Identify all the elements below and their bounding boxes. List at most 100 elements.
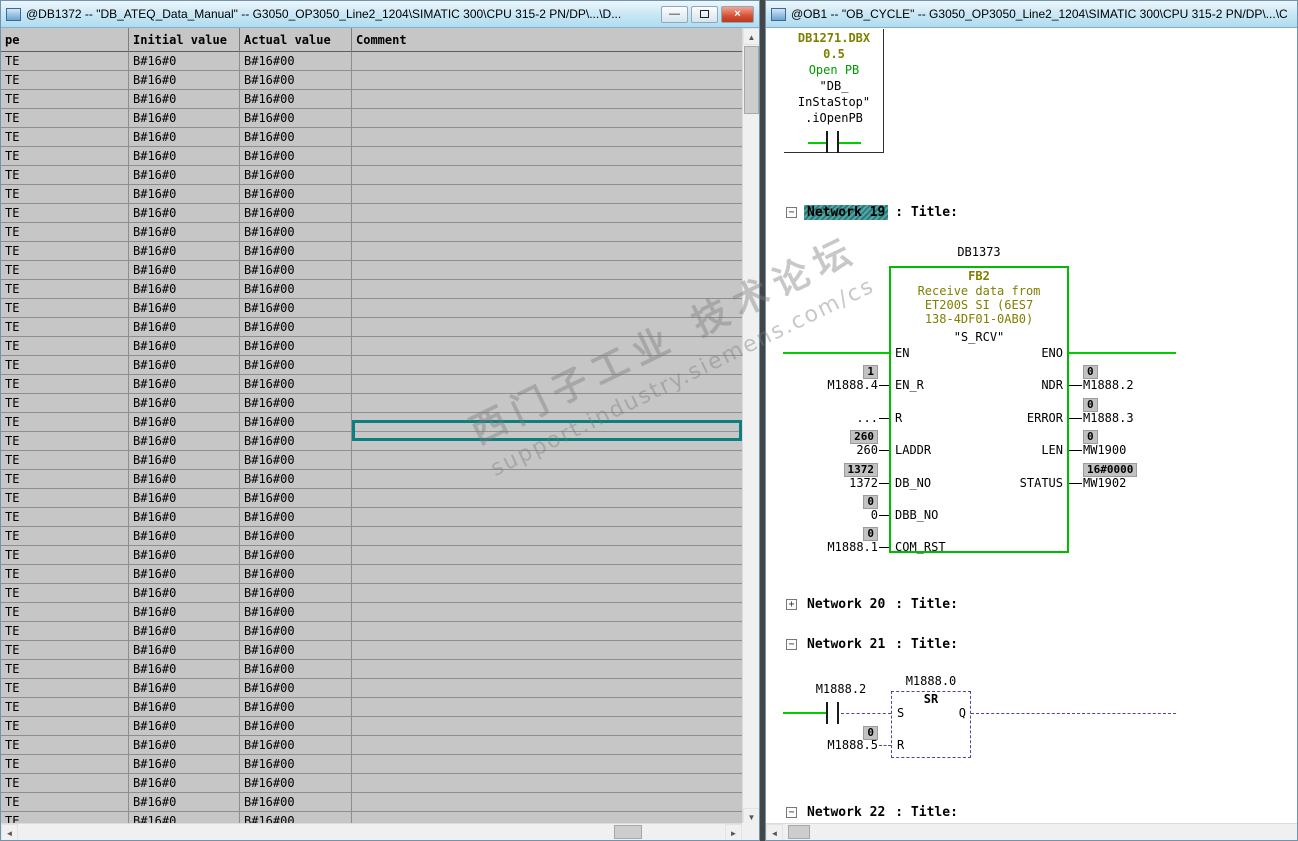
- fb-input-operand[interactable]: ...: [774, 412, 878, 425]
- db-window-titlebar[interactable]: @DB1372 -- "DB_ATEQ_Data_Manual" -- G305…: [1, 1, 759, 28]
- cell-actual-value[interactable]: B#16#00: [240, 299, 352, 318]
- table-row[interactable]: TE B#16#0 B#16#00: [1, 185, 742, 204]
- cell-initial-value[interactable]: B#16#0: [129, 660, 240, 679]
- cell-actual-value[interactable]: B#16#00: [240, 223, 352, 242]
- cell-actual-value[interactable]: B#16#00: [240, 185, 352, 204]
- column-header[interactable]: pe: [1, 28, 129, 52]
- cell-type[interactable]: TE: [1, 337, 129, 356]
- cell-initial-value[interactable]: B#16#0: [129, 299, 240, 318]
- cell-comment[interactable]: [352, 622, 742, 641]
- table-row[interactable]: TE B#16#0 B#16#00: [1, 755, 742, 774]
- cell-initial-value[interactable]: B#16#0: [129, 622, 240, 641]
- cell-type[interactable]: TE: [1, 261, 129, 280]
- cell-type[interactable]: TE: [1, 223, 129, 242]
- cell-comment[interactable]: [352, 204, 742, 223]
- cell-comment[interactable]: [352, 242, 742, 261]
- cell-type[interactable]: TE: [1, 508, 129, 527]
- cell-comment[interactable]: [352, 508, 742, 527]
- cell-actual-value[interactable]: B#16#00: [240, 261, 352, 280]
- cell-comment[interactable]: [352, 52, 742, 71]
- cell-type[interactable]: TE: [1, 128, 129, 147]
- cell-initial-value[interactable]: B#16#0: [129, 261, 240, 280]
- fb-input-operand[interactable]: M1888.4: [774, 379, 878, 392]
- table-row[interactable]: TE B#16#0 B#16#00: [1, 641, 742, 660]
- cell-initial-value[interactable]: B#16#0: [129, 52, 240, 71]
- cell-initial-value[interactable]: B#16#0: [129, 242, 240, 261]
- network-title[interactable]: Network 20: [804, 597, 888, 612]
- cell-type[interactable]: TE: [1, 52, 129, 71]
- table-row[interactable]: TE B#16#0 B#16#00: [1, 166, 742, 185]
- cell-type[interactable]: TE: [1, 375, 129, 394]
- cell-initial-value[interactable]: B#16#0: [129, 90, 240, 109]
- table-row[interactable]: TE B#16#0 B#16#00: [1, 299, 742, 318]
- table-row[interactable]: TE B#16#0 B#16#00: [1, 489, 742, 508]
- cell-comment[interactable]: [352, 698, 742, 717]
- cell-type[interactable]: TE: [1, 679, 129, 698]
- horizontal-scrollbar-thumb[interactable]: [788, 825, 810, 839]
- cell-initial-value[interactable]: B#16#0: [129, 774, 240, 793]
- expand-icon[interactable]: +: [786, 598, 797, 610]
- cell-comment[interactable]: [352, 166, 742, 185]
- fb-input-operand[interactable]: M1888.1: [774, 541, 878, 554]
- cell-initial-value[interactable]: B#16#0: [129, 698, 240, 717]
- sr-block-operand[interactable]: M1888.0: [891, 675, 971, 688]
- table-row[interactable]: TE B#16#0 B#16#00: [1, 527, 742, 546]
- cell-type[interactable]: TE: [1, 204, 129, 223]
- table-row[interactable]: TE B#16#0 B#16#00: [1, 318, 742, 337]
- table-row[interactable]: TE B#16#0 B#16#00: [1, 470, 742, 489]
- cell-comment[interactable]: [352, 90, 742, 109]
- cell-type[interactable]: TE: [1, 90, 129, 109]
- scroll-left-icon[interactable]: ◄: [766, 824, 783, 840]
- cell-comment[interactable]: [352, 679, 742, 698]
- sr-r-operand[interactable]: M1888.5: [774, 739, 878, 752]
- cell-comment[interactable]: [352, 717, 742, 736]
- column-header[interactable]: Comment: [352, 28, 742, 52]
- cell-comment[interactable]: [352, 774, 742, 793]
- cell-initial-value[interactable]: B#16#0: [129, 755, 240, 774]
- cell-initial-value[interactable]: B#16#0: [129, 147, 240, 166]
- table-row[interactable]: TE B#16#0 B#16#00: [1, 679, 742, 698]
- cell-actual-value[interactable]: B#16#00: [240, 166, 352, 185]
- cell-type[interactable]: TE: [1, 622, 129, 641]
- cell-initial-value[interactable]: B#16#0: [129, 109, 240, 128]
- table-row[interactable]: TE B#16#0 B#16#00: [1, 546, 742, 565]
- cell-actual-value[interactable]: B#16#00: [240, 147, 352, 166]
- contact-address[interactable]: DB1271.DBX: [784, 32, 884, 45]
- cell-comment[interactable]: [352, 147, 742, 166]
- cell-comment[interactable]: [352, 451, 742, 470]
- cell-actual-value[interactable]: B#16#00: [240, 242, 352, 261]
- cell-type[interactable]: TE: [1, 546, 129, 565]
- scroll-up-icon[interactable]: ▲: [743, 28, 759, 45]
- table-row[interactable]: TE B#16#0 B#16#00: [1, 242, 742, 261]
- cell-type[interactable]: TE: [1, 280, 129, 299]
- close-button[interactable]: ×: [721, 5, 754, 23]
- cell-actual-value[interactable]: B#16#00: [240, 508, 352, 527]
- cell-actual-value[interactable]: B#16#00: [240, 71, 352, 90]
- cell-initial-value[interactable]: B#16#0: [129, 394, 240, 413]
- table-row[interactable]: TE B#16#0 B#16#00: [1, 90, 742, 109]
- cell-comment[interactable]: [352, 660, 742, 679]
- cell-initial-value[interactable]: B#16#0: [129, 280, 240, 299]
- cell-initial-value[interactable]: B#16#0: [129, 318, 240, 337]
- cell-comment[interactable]: [352, 546, 742, 565]
- cell-actual-value[interactable]: B#16#00: [240, 318, 352, 337]
- cell-actual-value[interactable]: B#16#00: [240, 679, 352, 698]
- cell-type[interactable]: TE: [1, 470, 129, 489]
- cell-initial-value[interactable]: B#16#0: [129, 508, 240, 527]
- cell-comment[interactable]: [352, 280, 742, 299]
- cell-comment[interactable]: [352, 736, 742, 755]
- cell-actual-value[interactable]: B#16#00: [240, 52, 352, 71]
- cell-initial-value[interactable]: B#16#0: [129, 337, 240, 356]
- cell-type[interactable]: TE: [1, 755, 129, 774]
- table-row[interactable]: TE B#16#0 B#16#00: [1, 508, 742, 527]
- table-row[interactable]: TE B#16#0 B#16#00: [1, 280, 742, 299]
- contact-operand[interactable]: M1888.2: [806, 683, 876, 696]
- cell-initial-value[interactable]: B#16#0: [129, 470, 240, 489]
- vertical-scrollbar-thumb[interactable]: [744, 46, 759, 114]
- vertical-scrollbar[interactable]: ▲ ▼: [742, 28, 759, 825]
- cell-initial-value[interactable]: B#16#0: [129, 356, 240, 375]
- cell-type[interactable]: TE: [1, 109, 129, 128]
- cell-type[interactable]: TE: [1, 451, 129, 470]
- cell-type[interactable]: TE: [1, 584, 129, 603]
- cell-initial-value[interactable]: B#16#0: [129, 375, 240, 394]
